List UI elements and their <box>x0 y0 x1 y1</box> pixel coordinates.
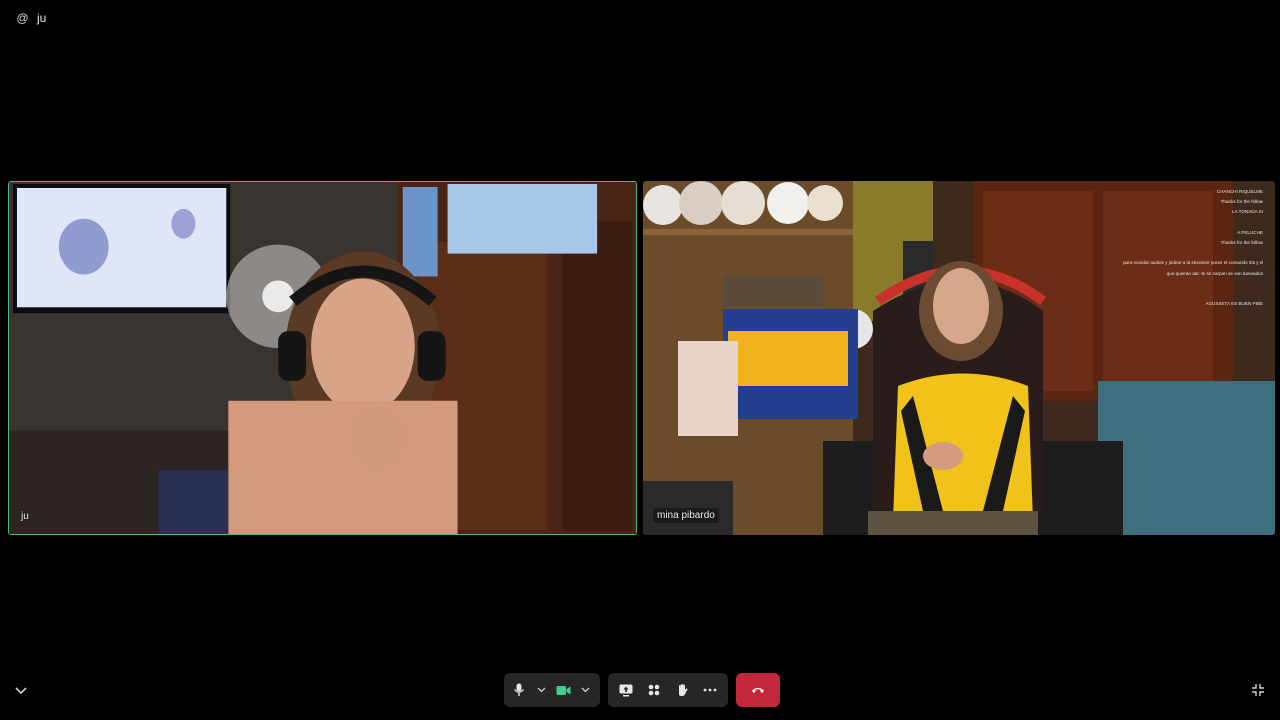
chat-line: para mandar audios y jodear a la streame… <box>1123 260 1263 266</box>
chat-line <box>1123 248 1263 258</box>
chat-line: Thanks for the follow <box>1220 199 1263 205</box>
chat-line: CHANCHI RIQUELME <box>1216 189 1263 194</box>
collapse-icon[interactable] <box>1250 682 1266 698</box>
call-controls <box>504 673 780 707</box>
phone-hangup-icon <box>751 681 765 699</box>
chevron-down-icon[interactable] <box>530 676 552 704</box>
chat-line: Thanks for the follow <box>1220 240 1263 246</box>
chevron-down-icon[interactable] <box>574 676 596 704</box>
chat-line: que quieran dar. Si se zarpan se van ban… <box>1166 270 1263 276</box>
participant-tile-ju[interactable]: ju <box>8 181 637 535</box>
actions-group <box>608 673 728 707</box>
video-camera-icon[interactable] <box>552 676 574 704</box>
chat-line <box>1123 279 1263 289</box>
video-feed-ju <box>9 182 636 534</box>
chat-line: LA TONADA SI <box>1232 209 1263 215</box>
participant-name-tag: ju <box>21 511 29 522</box>
participant-tile-mina-pibardo[interactable]: CHANCHI RIQUELME Thanks for the follow L… <box>643 181 1275 535</box>
apps-grid-icon[interactable] <box>640 676 668 704</box>
chat-line: A PELUCHE <box>1237 229 1263 235</box>
mic-camera-group <box>504 673 600 707</box>
room-header: @ ju <box>16 9 46 27</box>
chevron-down-icon[interactable] <box>14 684 28 698</box>
stream-chat-overlay: CHANCHI RIQUELME Thanks for the follow L… <box>1123 187 1263 309</box>
more-options-icon[interactable] <box>696 676 724 704</box>
screen-share-icon[interactable] <box>612 676 640 704</box>
participant-name-tag: mina pibardo <box>653 508 719 523</box>
raise-hand-icon[interactable] <box>668 676 696 704</box>
chat-line <box>1123 218 1263 228</box>
room-name: ju <box>37 11 47 25</box>
at-icon: @ <box>16 11 29 25</box>
microphone-icon[interactable] <box>508 676 530 704</box>
end-call-button[interactable] <box>736 673 780 707</box>
chat-line <box>1123 289 1263 299</box>
chat-line: AGUSSETA ES BUEN PIBE <box>1205 301 1263 307</box>
